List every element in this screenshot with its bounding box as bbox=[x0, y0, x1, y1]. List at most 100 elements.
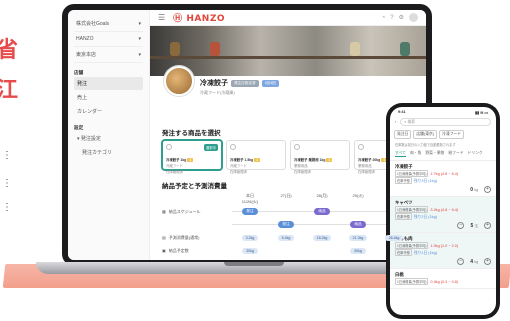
item-chip: 1日消費量(予測平均) bbox=[395, 278, 429, 285]
order-pill[interactable]: 発注 bbox=[242, 208, 258, 215]
card-name: 冷凍餃子 1.5kg bbox=[230, 158, 254, 162]
qty-number: 5 bbox=[470, 222, 474, 229]
laptop-screen: 株式会社Goals ▾ HANZO ▾ 東京本店 ▾ 店舗 発注 売上 カレンダー 設… bbox=[68, 10, 426, 260]
chevron-down-icon: ▾ bbox=[138, 36, 141, 42]
sidebar-item-label: 発注設定 bbox=[80, 136, 101, 142]
promo-stage: 省 江 ⋮ ⋮ ⋮ 株式会社Goals ▾ HANZO ▾ 東京本店 ▾ 店舗 発注 … bbox=[0, 0, 510, 321]
card-sub: 在庫管理済 bbox=[230, 170, 247, 174]
sidebar-item-sales[interactable]: 売上 bbox=[74, 91, 143, 104]
row-label: 予測消費量(通常) bbox=[168, 234, 200, 240]
jar-decoration bbox=[400, 42, 410, 56]
item-forecast: 0.4kg (0.3 ~ 0.8) bbox=[430, 280, 459, 284]
company-select-label: 株式会社Goals bbox=[76, 21, 110, 27]
card-name: 冷凍餃子 1kg bbox=[166, 158, 187, 162]
minus-button[interactable]: − bbox=[457, 222, 465, 229]
tab-vegetables[interactable]: 野菜・果物 bbox=[425, 151, 444, 157]
qty-unit: 玉 bbox=[474, 223, 478, 228]
qty-unit: kg bbox=[474, 187, 478, 192]
product-card[interactable]: 冷凍餃子 業務用 1kg 1 業務用品 在庫管理済 bbox=[290, 140, 350, 174]
filter-chip[interactable]: 発注日 bbox=[394, 130, 412, 139]
phone-search-row: ‹ ⌕ 検索 bbox=[390, 116, 496, 128]
selected-badge: 選択中 bbox=[203, 144, 218, 151]
item-chip: 1日消費量(予測平均) bbox=[395, 242, 429, 249]
laptop-notch bbox=[224, 262, 284, 266]
product-profile: 冷凍餃子 発注日設定済 1回4回 冷蔵フード(冷蔵庫) bbox=[164, 66, 279, 96]
list-item: 冷凍餃子 1日消費量(予測平均) 1.7kg (4.8 ~ 6.4) 在庫予想 残り… bbox=[390, 161, 496, 197]
help-icon[interactable]: ? bbox=[390, 15, 393, 21]
notification-icon[interactable]: ◔ bbox=[382, 15, 386, 21]
status-badge: 発注日設定済 bbox=[231, 79, 259, 87]
plus-button[interactable]: + bbox=[484, 222, 491, 229]
laptop-frame: 株式会社Goals ▾ HANZO ▾ 東京本店 ▾ 店舗 発注 売上 カレンダー 設… bbox=[62, 4, 432, 266]
filter-chip[interactable]: 店舗(東京) bbox=[413, 130, 438, 139]
item-chip: 在庫予想 bbox=[395, 177, 412, 184]
item-forecast: 1.0kg (1.0 ~ 2.0) bbox=[430, 244, 459, 248]
row-label: 納品スケジュール bbox=[168, 208, 201, 214]
list-item: キャベツ 1日消費量(予測平均) 3.2kg (4.8 ~ 6.4) 在庫予想 残り… bbox=[390, 197, 496, 233]
item-stock: 残り2日 (1kg) bbox=[413, 215, 437, 219]
sidebar-item-order[interactable]: 発注 bbox=[74, 77, 143, 90]
minus-button[interactable]: − bbox=[457, 258, 465, 265]
section-title-products: 発注する商品を選択 bbox=[162, 130, 221, 137]
item-forecast: 1.7kg (4.8 ~ 6.4) bbox=[430, 172, 459, 176]
forecast-value: 21.3kg bbox=[348, 234, 368, 241]
qty-number: 0 bbox=[470, 186, 474, 193]
item-stock: 残り1日 (1kg) bbox=[413, 251, 437, 255]
app-logo: Ⓗ HANZO bbox=[173, 14, 226, 24]
radio-icon bbox=[166, 144, 172, 150]
plus-button[interactable]: + bbox=[484, 258, 491, 265]
status-icons: ▮▮ ≋ ▭ bbox=[474, 111, 488, 115]
sidebar-section-title: 店舗 bbox=[74, 70, 84, 75]
quantity-value: 0 kg bbox=[470, 187, 478, 193]
radio-icon bbox=[294, 144, 300, 150]
company-select[interactable]: 株式会社Goals ▾ bbox=[74, 16, 143, 32]
status-badge: 1回4回 bbox=[261, 79, 279, 87]
tab-meat-fish[interactable]: 肉・魚 bbox=[410, 151, 421, 157]
top-bar: ☰ Ⓗ HANZO ◔ ? ⚙ bbox=[150, 10, 426, 26]
info-note: 在庫数は前日の入力値で自動更新されます bbox=[395, 143, 456, 147]
product-card[interactable]: 冷凍餃子 1.5kg 1 冷蔵フード 在庫管理済 bbox=[226, 140, 286, 174]
card-badge: 1 bbox=[326, 158, 333, 162]
hamburger-menu-icon[interactable]: ☰ bbox=[158, 13, 165, 22]
plus-button[interactable]: + bbox=[484, 186, 491, 193]
product-subtitle: 冷蔵フード(冷蔵庫) bbox=[200, 90, 235, 95]
item-stock: 残り3日 (1kg) bbox=[413, 179, 437, 183]
product-card[interactable]: 選択中 冷凍餃子 1kg 1 冷蔵フード 在庫管理済 bbox=[162, 140, 222, 174]
filter-chip[interactable]: 冷凍フード bbox=[439, 130, 465, 139]
sidebar-item-calendar[interactable]: カレンダー bbox=[74, 105, 143, 118]
phone-screen: 9:41 ▮▮ ≋ ▭ ‹ ⌕ 検索 発注日 店舗(東京) 冷凍フード 在庫数は前… bbox=[390, 107, 496, 315]
radio-icon bbox=[358, 144, 364, 150]
date-header: 28(月) bbox=[316, 193, 328, 198]
qty-unit: kg bbox=[474, 259, 478, 264]
delivery-pill[interactable]: 納品 bbox=[350, 221, 366, 228]
card-badge: 1 bbox=[254, 158, 261, 162]
product-image bbox=[164, 66, 194, 96]
settings-icon[interactable]: ⚙ bbox=[399, 14, 404, 21]
search-input[interactable]: ⌕ 検索 bbox=[400, 118, 491, 126]
order-pill[interactable]: 発注 bbox=[278, 221, 294, 228]
shelf-decoration bbox=[150, 56, 426, 59]
chevron-down-icon: ▾ bbox=[138, 20, 141, 27]
back-icon[interactable]: ‹ bbox=[395, 120, 396, 124]
store-select[interactable]: 東京本店 ▾ bbox=[74, 47, 143, 63]
brand-select[interactable]: HANZO ▾ bbox=[74, 32, 143, 47]
delivery-pill[interactable]: 納品 bbox=[314, 208, 330, 215]
tab-drink[interactable]: ドリンク bbox=[468, 151, 483, 157]
sidebar-item-order-category[interactable]: 発注カテゴリ bbox=[74, 146, 143, 159]
section-title-schedule: 納品予定と予測消費量 bbox=[162, 183, 227, 190]
tab-all[interactable]: すべて bbox=[395, 151, 406, 157]
tab-powder[interactable]: 粉フード bbox=[448, 151, 463, 157]
sidebar-section-title: 設定 bbox=[74, 125, 84, 130]
avatar[interactable] bbox=[409, 13, 418, 22]
background-heading-line1: 省 bbox=[0, 38, 19, 63]
card-sub: 冷蔵フード bbox=[230, 164, 247, 168]
brand-select-label: HANZO bbox=[76, 36, 94, 42]
sidebar-item-order-settings[interactable]: ▾ 発注設定 bbox=[74, 132, 143, 145]
quantity-value: 4 kg bbox=[470, 259, 478, 265]
stock-value: 30kg bbox=[350, 247, 366, 254]
background-heading-line2: 江 bbox=[0, 78, 19, 103]
date-header: 29(火) bbox=[352, 193, 364, 198]
forecast-value: 26.4kg bbox=[384, 234, 404, 241]
card-badge: 1 bbox=[187, 158, 194, 162]
background-dots: ⋮ bbox=[2, 202, 12, 213]
